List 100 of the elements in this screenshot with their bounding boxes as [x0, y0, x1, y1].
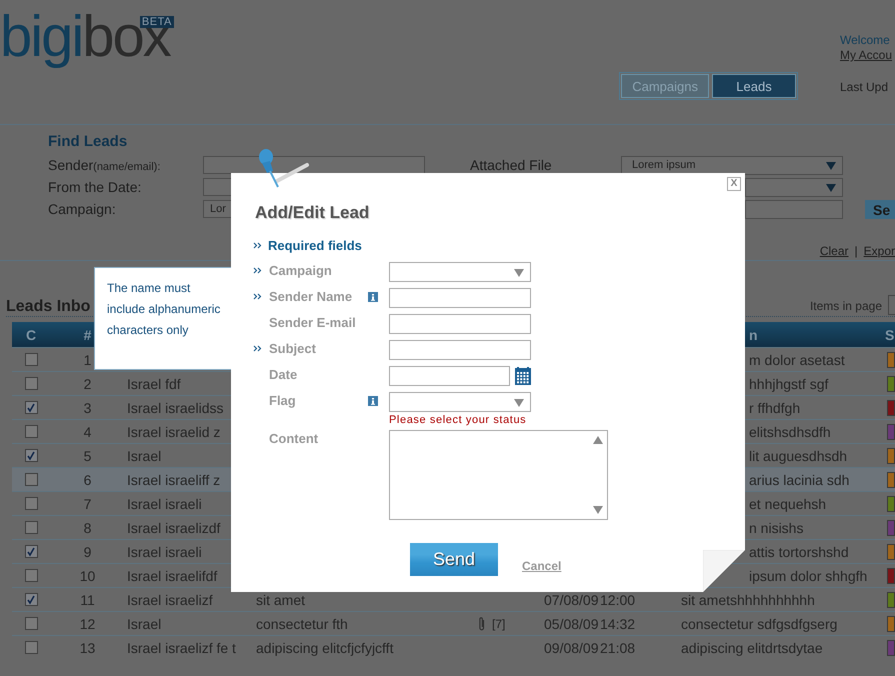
table-cell: 8 [84, 520, 92, 536]
page-size-select[interactable] [888, 295, 895, 315]
checkbox[interactable] [24, 617, 38, 630]
tooltip-text: The name must include alphanumeric characters only [107, 280, 222, 339]
scroll-up-icon[interactable] [593, 436, 603, 444]
info-icon[interactable] [368, 396, 378, 406]
table-cell: 07/08/09 [544, 592, 598, 608]
table-cell: 7 [84, 496, 92, 512]
field-label: Content [269, 430, 320, 448]
checkbox[interactable] [24, 641, 38, 654]
table-cell: 11 [80, 592, 95, 608]
table-cell: et nequehsh [749, 496, 826, 512]
welcome-text: Welcome [840, 33, 891, 48]
checkbox[interactable] [24, 449, 38, 462]
table-cell: Israel israelizdf [127, 520, 220, 536]
checkbox[interactable] [24, 401, 38, 414]
table-cell: 2 [84, 376, 92, 392]
cancel-link[interactable]: Cancel [522, 559, 562, 573]
dialog-title: Add/Edit Lead [255, 203, 370, 223]
items-per-page-label: Items in page [810, 298, 882, 315]
table-cell: Israel [127, 616, 162, 632]
checkbox[interactable] [24, 545, 38, 558]
field-label: Sender Name [269, 288, 354, 306]
table-cell: Israel israelizf fe t [127, 640, 236, 656]
link[interactable]: Clear [820, 244, 849, 258]
field-label: Campaign [269, 262, 333, 280]
field-label: Sender E-mail [269, 314, 357, 332]
table-cell: adipiscing elitcfjcfyjcfft [256, 640, 394, 656]
logo: bigiboxBETA [0, 6, 174, 68]
checkbox[interactable] [24, 569, 38, 582]
last-update-text: Last Upd [840, 80, 890, 94]
input-field[interactable] [389, 340, 531, 360]
dropdown[interactable]: Lorem ipsum [621, 156, 843, 175]
scroll-down-icon[interactable] [593, 506, 603, 514]
table-cell: Israel israelizf [127, 592, 213, 608]
field-label: Flag [269, 392, 297, 410]
table-cell: 6 [84, 472, 92, 488]
table-cell: m dolor asetast [749, 352, 845, 368]
dropdown[interactable] [745, 178, 843, 197]
dropdown-arrow-icon [514, 269, 524, 277]
section-title: Find Leads [48, 133, 128, 151]
double-chevron-icon [253, 267, 262, 274]
table-cell: 1 [84, 352, 92, 368]
table-cell: n nisishs [749, 520, 804, 536]
table-row[interactable]: 13 Israel israelizf fe t adipiscing elitcfjcfyjcfft 09/08/0921:08 adipiscing elitdrtsdytae [12, 635, 895, 659]
text-area[interactable] [389, 430, 608, 520]
field-label: Subject [269, 340, 317, 358]
input-field[interactable] [745, 200, 843, 219]
table-cell: hhhjhgstf sgf [749, 376, 828, 392]
table-cell: consectetur sdfgsdfgserg [681, 616, 838, 632]
double-chevron-icon [253, 242, 262, 249]
table-cell: r ffhdfgh [749, 400, 800, 416]
column-header[interactable]: S [885, 326, 895, 342]
table-cell: lit auguesdhsdh [749, 448, 848, 464]
table-cell: Israel israeliff z [127, 472, 220, 488]
input-field[interactable] [389, 288, 531, 308]
table-row[interactable]: 12 Israel consectetur fth [7] 05/08/09 14:32 consectetur sdfgsdfgserg [12, 611, 895, 635]
table-cell: ipsum dolor shhgfh [749, 568, 868, 584]
table-cell: 14:32 [600, 616, 636, 632]
table-cell: Israel israeli [127, 496, 202, 512]
checkbox[interactable] [24, 497, 38, 510]
table-cell: elitshsdhsdfh [749, 424, 831, 440]
checkbox[interactable] [24, 377, 38, 390]
dropdown[interactable] [389, 392, 531, 412]
checkbox[interactable] [24, 521, 38, 534]
table-cell: 5 [84, 448, 92, 464]
section-title: Leads Inbo [6, 298, 90, 316]
close-button[interactable]: X [727, 177, 741, 191]
dropdown-arrow-icon [514, 399, 524, 407]
account-link[interactable]: My Accou [840, 48, 895, 63]
attachment-count: [7] [492, 616, 506, 630]
separator: | [854, 244, 858, 258]
column-header[interactable]: n [749, 326, 758, 342]
checkbox[interactable] [24, 353, 38, 366]
field-label: Campaign: [48, 200, 117, 219]
table-cell: Israel fdf [127, 376, 181, 392]
table-cell: 13 [80, 640, 96, 656]
input-field[interactable] [389, 366, 510, 386]
calendar-icon[interactable] [515, 367, 531, 385]
table-cell: Israel israelifdf [127, 568, 218, 584]
field-label: From the Date: [48, 178, 142, 197]
paperclip-icon [478, 616, 486, 632]
column-header[interactable]: C [12, 326, 50, 342]
table-cell: attis tortorshshd [749, 544, 849, 560]
search-button[interactable]: Se [865, 200, 895, 219]
dropdown[interactable] [389, 262, 531, 282]
info-icon[interactable] [368, 292, 378, 302]
nav-tab[interactable]: Campaigns [621, 74, 709, 98]
checkbox[interactable] [24, 593, 38, 606]
nav-tab[interactable]: Leads [712, 74, 796, 98]
table-cell: sit amet [256, 592, 306, 608]
table-cell: 3 [84, 400, 92, 416]
checkbox[interactable] [24, 473, 38, 486]
link[interactable]: Expor [864, 244, 895, 258]
dropdown-arrow-icon [826, 162, 836, 170]
table-cell: consectetur fth [256, 616, 348, 632]
checkbox[interactable] [24, 425, 38, 438]
input-field[interactable] [389, 314, 531, 334]
table-cell: Israel israelid z [127, 424, 220, 440]
send-button[interactable]: Send [410, 543, 498, 576]
